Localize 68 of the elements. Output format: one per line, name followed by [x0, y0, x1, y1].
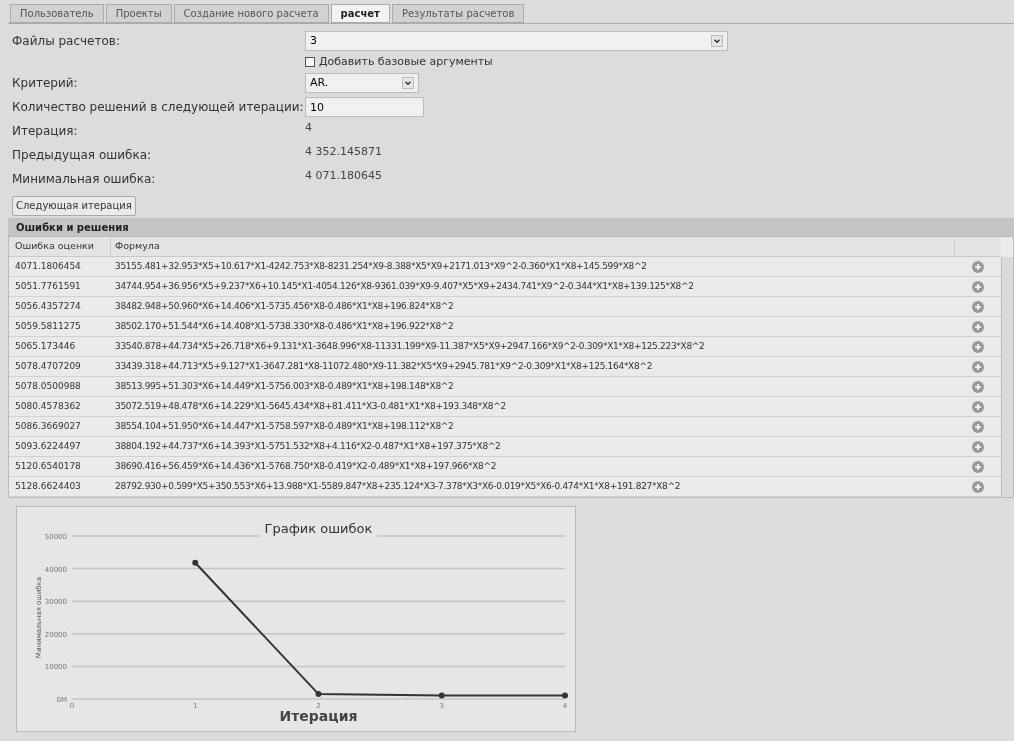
checkbox[interactable] — [305, 57, 315, 67]
table-cell-text: 5065.173446 — [14, 339, 77, 353]
field-label: Количество решений в следующей итерации: — [12, 99, 305, 116]
data-point — [438, 692, 445, 699]
table-cell-text: 5059.5811275 — [14, 319, 82, 333]
scrollbar[interactable] — [1001, 257, 1013, 497]
column-header: Формула — [111, 237, 955, 256]
table-cell-text: 4071.1806454 — [14, 259, 82, 273]
table-cell-text: 5078.0500988 — [14, 379, 82, 393]
table-cell-text: 35155.481+32.953*X5+10.617*X1-4242.753*X8-8231.254*X9-8.388*X5*X9+2171.013*X9^2-0.360*X1*X8+145.599*X8^2 — [114, 259, 648, 273]
field-value: 4 352.145871 — [305, 143, 382, 160]
data-point — [562, 692, 568, 699]
table-cell-text: 5128.6624403 — [14, 479, 82, 493]
table-cell-text: 38554.104+51.950*X6+14.447*X1-5758.597*X8-0.489*X1*X8+198.112*X8^2 — [114, 419, 455, 433]
add-icon[interactable] — [972, 340, 984, 353]
chevron-down-icon — [402, 77, 414, 89]
field-value: 4 — [305, 119, 312, 136]
add-icon[interactable] — [972, 260, 984, 273]
next-iteration-button[interactable]: Следующая итерация — [12, 195, 136, 216]
table-cell-text: 38513.995+51.303*X6+14.449*X1-5756.003*X8-0.489*X1*X8+198.148*X8^2 — [114, 379, 455, 393]
solutions-input[interactable]: 10 — [305, 97, 424, 117]
field-label: Минимальная ошибка: — [12, 171, 157, 188]
add-icon[interactable] — [972, 380, 984, 393]
tab[interactable]: расчет — [330, 4, 390, 23]
table-cell-text: 5086.3669027 — [14, 419, 82, 433]
add-icon[interactable] — [972, 400, 984, 413]
table-cell-text: 33439.318+44.713*X5+9.127*X1-3647.281*X8-11072.480*X9-11.382*X5*X9+2945.781*X9^2-0.309*X1*X8+125.164*X8^2 — [114, 359, 654, 373]
table-cell-text: 38804.192+44.737*X6+14.393*X1-5751.532*X8+4.116*X2-0.487*X1*X8+197.375*X8^2 — [114, 439, 502, 453]
field-value: 4 071.180645 — [305, 167, 382, 184]
field-label: Критерий: — [12, 75, 79, 92]
add-icon[interactable] — [972, 280, 984, 293]
table-cell-text: 35072.519+48.478*X6+14.229*X1-5645.434*X8+81.411*X3-0.481*X1*X8+193.348*X8^2 — [114, 399, 507, 413]
table-cell-text: 38482.948+50.960*X6+14.406*X1-5735.456*X8-0.486*X1*X8+196.824*X8^2 — [114, 299, 455, 313]
column-header: Ошибка оценки — [9, 237, 111, 256]
add-icon[interactable] — [972, 420, 984, 433]
tab[interactable]: Проекты — [105, 4, 172, 23]
files-select[interactable]: 3 — [305, 31, 728, 51]
table-cell-text: 33540.878+44.734*X5+26.718*X6+9.131*X1-3648.996*X8-11331.199*X9-11.387*X5*X9+2947.166*X9^2-0.309*X1*X8+125.223*X8^2 — [114, 339, 706, 353]
tab[interactable]: Пользователь — [10, 4, 104, 23]
table-cell-text: 28792.930+0.599*X5+350.553*X6+13.988*X1-5589.847*X8+235.124*X3-7.378*X3*X6-0.019*X5*X6-0.474*X1*X8+191.827*X8^2 — [114, 479, 682, 493]
table-cell-text: 38690.416+56.459*X6+14.436*X1-5768.750*X8-0.419*X2-0.489*X1*X8+197.966*X8^2 — [114, 459, 498, 473]
checkbox-label: Добавить базовые аргументы — [319, 53, 493, 70]
add-icon[interactable] — [972, 460, 984, 473]
table-cell-text: 5078.4707209 — [14, 359, 82, 373]
add-icon[interactable] — [972, 320, 984, 333]
x-axis-title: Итерация — [279, 708, 358, 724]
chevron-down-icon — [711, 35, 723, 47]
add-icon[interactable] — [972, 300, 984, 313]
table-cell-text: 5093.6224497 — [14, 439, 82, 453]
criterion-select[interactable]: AR. — [305, 73, 419, 93]
tab[interactable]: Результаты расчетов — [391, 4, 525, 23]
chart-title: График ошибок — [264, 521, 373, 536]
tab[interactable]: Создание нового расчета — [173, 4, 329, 23]
add-icon[interactable] — [972, 480, 984, 493]
panel-header: Ошибки и решения — [8, 218, 1014, 236]
table-cell-text: 5120.6540178 — [14, 459, 82, 473]
data-point — [315, 691, 322, 698]
field-label: Файлы расчетов: — [12, 33, 121, 50]
table-cell-text: 5051.7761591 — [14, 279, 82, 293]
add-icon[interactable] — [972, 360, 984, 373]
table-cell-text: 5056.4357274 — [14, 299, 82, 313]
field-label: Предыдущая ошибка: — [12, 147, 153, 164]
table-cell-text: 38502.170+51.544*X6+14.408*X1-5738.330*X8-0.486*X1*X8+196.922*X8^2 — [114, 319, 455, 333]
field-label: Итерация: — [12, 123, 79, 140]
add-icon[interactable] — [972, 440, 984, 453]
table-cell-text: 34744.954+36.956*X5+9.237*X6+10.145*X1-4054.126*X8-9361.039*X9-9.407*X5*X9+2434.741*X9^2-0.344*X1*X8+139.125*X8^2 — [114, 279, 695, 293]
table-cell-text: 5080.4578362 — [14, 399, 82, 413]
data-point — [192, 559, 199, 566]
